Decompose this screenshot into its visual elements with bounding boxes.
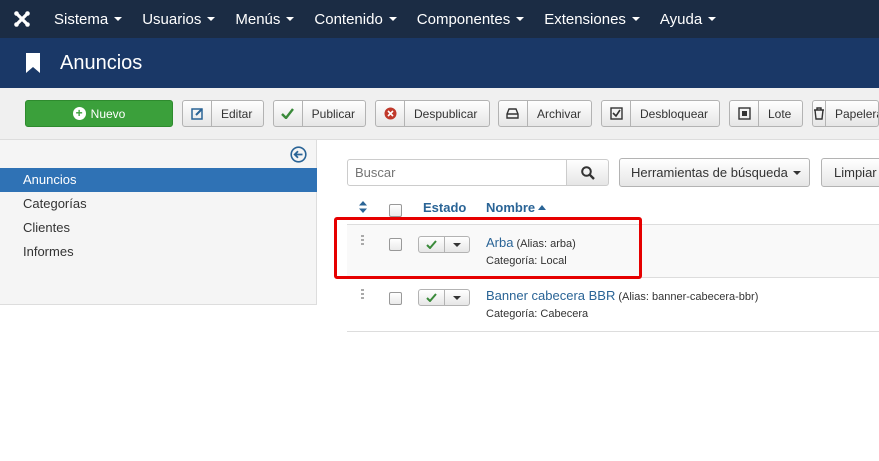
publish-button-label: Publicar — [311, 106, 355, 121]
top-navbar: Sistema Usuarios Menús Contenido Compone… — [0, 0, 879, 38]
sidebar-item-categorias[interactable]: Categorías — [0, 192, 317, 216]
menu-usuarios[interactable]: Usuarios — [132, 0, 225, 38]
caret-down-icon — [792, 170, 801, 175]
search-tools-label: Herramientas de búsqueda — [631, 165, 788, 180]
menu-componentes[interactable]: Componentes — [407, 0, 534, 38]
checkbox-checked-icon — [602, 101, 631, 126]
caret-down-icon — [388, 17, 397, 21]
unpublish-button[interactable]: Despublicar — [375, 100, 490, 127]
sidebar-item-anuncios[interactable]: Anuncios — [0, 168, 317, 192]
search-tools-button[interactable]: Herramientas de búsqueda — [619, 158, 810, 187]
toolbar: + Nuevo Editar Publicar Despublicar Arch… — [0, 88, 879, 140]
plus-icon: + — [72, 107, 86, 120]
caret-down-icon — [114, 17, 123, 21]
menu-extensiones[interactable]: Extensiones — [534, 0, 650, 38]
select-all-checkbox[interactable] — [389, 204, 402, 217]
menu-label: Contenido — [314, 10, 383, 28]
menu-label: Usuarios — [142, 10, 202, 28]
search-icon — [580, 165, 595, 180]
archive-button[interactable]: Archivar — [498, 100, 592, 127]
new-button-label: Nuevo — [90, 106, 126, 121]
name-column-label: Nombre — [486, 200, 536, 215]
published-check-icon[interactable] — [419, 290, 445, 305]
item-category: Categoría: Cabecera — [486, 308, 589, 320]
archive-icon — [499, 101, 528, 126]
title-bar: Anuncios — [0, 38, 879, 88]
checkin-button[interactable]: Desbloquear — [601, 100, 720, 127]
highlight-box — [334, 217, 642, 279]
trash-button-label: Papelera — [835, 106, 879, 121]
clear-button[interactable]: Limpiar — [821, 158, 879, 187]
search-input[interactable] — [347, 159, 567, 186]
search-button[interactable] — [566, 159, 609, 186]
sidebar-item-clientes[interactable]: Clientes — [0, 216, 317, 240]
edit-button[interactable]: Editar — [182, 100, 264, 127]
unpublish-button-label: Despublicar — [414, 106, 478, 121]
menu-contenido[interactable]: Contenido — [304, 0, 406, 38]
name-column-header[interactable]: Nombre — [486, 200, 547, 215]
menu-label: Ayuda — [659, 10, 703, 28]
joomla-logo-icon[interactable] — [0, 0, 44, 38]
trash-icon — [813, 101, 826, 126]
archive-button-label: Archivar — [536, 106, 581, 121]
unpublish-icon — [376, 101, 405, 126]
batch-button[interactable]: Lote — [729, 100, 803, 127]
menu-label: Menús — [235, 10, 281, 28]
caret-down-icon — [516, 17, 525, 21]
sort-asc-icon — [538, 205, 547, 210]
drag-handle-icon[interactable] — [361, 289, 365, 301]
status-toggle-group — [418, 289, 470, 306]
page-title: Anuncios — [60, 51, 143, 74]
caret-down-icon — [207, 17, 216, 21]
status-dropdown-toggle[interactable] — [445, 290, 469, 305]
checkin-button-label: Desbloquear — [640, 106, 709, 121]
bookmark-icon — [26, 53, 40, 73]
caret-down-icon — [631, 17, 640, 21]
menu-label: Componentes — [416, 10, 511, 28]
menu-ayuda[interactable]: Ayuda — [650, 0, 726, 38]
sidebar: Anuncios Categorías Clientes Informes — [0, 140, 317, 305]
trash-button[interactable]: Papelera — [812, 100, 879, 127]
edit-button-label: Editar — [221, 106, 253, 121]
caret-down-icon — [708, 17, 717, 21]
caret-down-icon — [453, 295, 461, 300]
new-button[interactable]: + Nuevo — [25, 100, 173, 127]
item-name: Banner cabecera BBR — [486, 288, 616, 303]
table-row: Banner cabecera BBR (Alias: banner-cabece… — [347, 279, 879, 332]
status-column-header[interactable]: Estado — [423, 200, 466, 215]
menu-label: Extensiones — [544, 10, 626, 28]
item-alias: (Alias: banner-cabecera-bbr) — [618, 291, 759, 303]
menu-label: Sistema — [54, 10, 109, 28]
check-icon — [274, 101, 303, 126]
caret-down-icon — [286, 17, 295, 21]
row-checkbox[interactable] — [389, 292, 402, 305]
edit-icon — [183, 101, 212, 126]
menu-sistema[interactable]: Sistema — [44, 0, 132, 38]
ordering-sort-icon[interactable] — [358, 201, 368, 213]
collapse-sidebar-icon[interactable] — [290, 146, 307, 163]
batch-icon — [730, 101, 759, 126]
publish-button[interactable]: Publicar — [273, 100, 366, 127]
batch-button-label: Lote — [768, 106, 792, 121]
sidebar-item-informes[interactable]: Informes — [0, 240, 317, 264]
item-name-link[interactable]: Banner cabecera BBR (Alias: banner-cabece… — [486, 288, 758, 303]
menu-menus[interactable]: Menús — [225, 0, 304, 38]
